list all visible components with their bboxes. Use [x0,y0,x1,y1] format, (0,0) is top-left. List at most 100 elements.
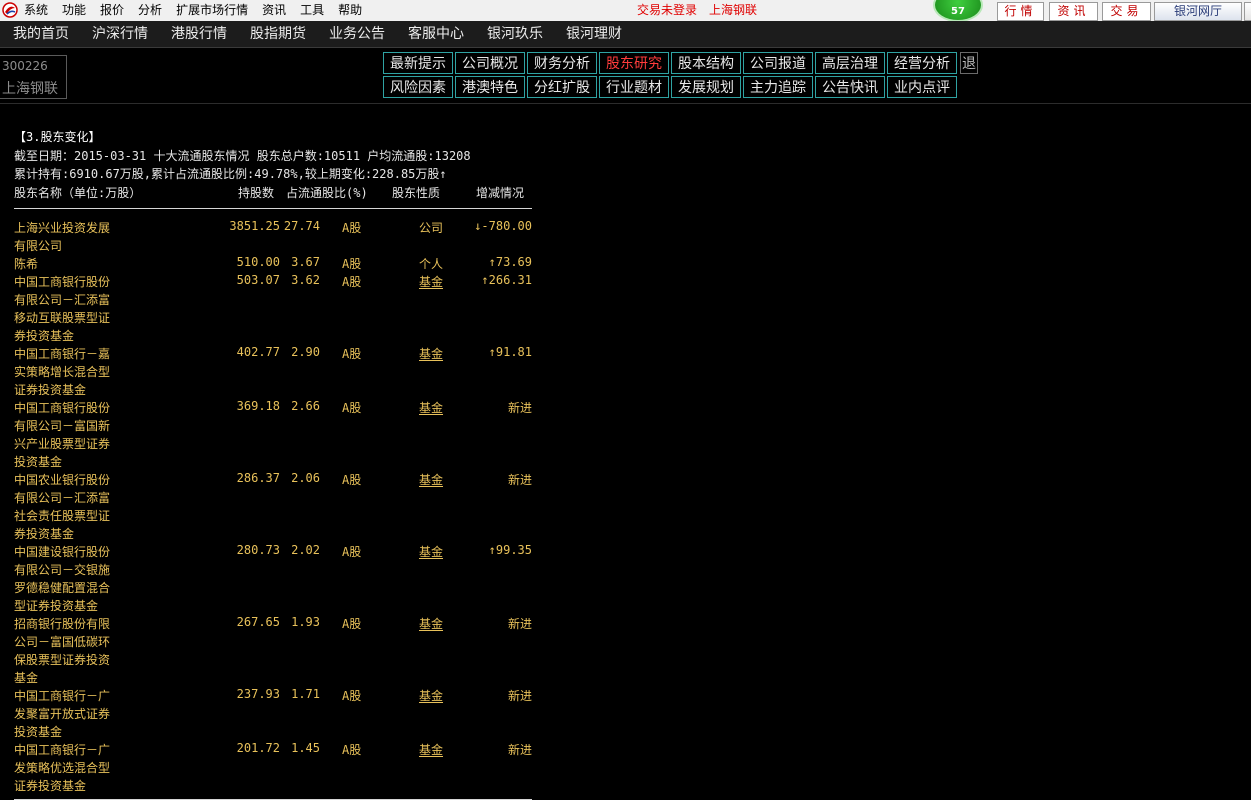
float-ratio: 2.02 [291,543,320,557]
tab-risk-factors[interactable]: 风险因素 [383,76,453,98]
holding-change: ↑73.69 [488,255,532,269]
float-ratio: 2.06 [291,471,320,485]
tab-company-reports[interactable]: 公司报道 [743,52,813,74]
shareholder-name-continuation: 发聚富开放式证券 [14,707,111,721]
news-button[interactable]: 资讯 [1049,2,1098,21]
quote-button[interactable]: 行情 [997,2,1044,21]
shareholder-name: 中国工商银行股份 有限公司－汇添富 移动互联股票型证 券投资基金 [14,273,174,345]
tab-capital-structure[interactable]: 股本结构 [671,52,741,74]
shareholder-name-first-line: 中国工商银行－嘉 [14,347,111,361]
shareholder-name-first-line: 中国工商银行股份 [14,401,111,415]
table-row[interactable]: 中国农业银行股份 有限公司－汇添富 社会责任股票型证 券投资基金 286.37 2.06 A… [14,471,534,543]
table-row[interactable]: 招商银行股份有限 公司－富国低碳环 保股票型证券投资 基金 267.65 1.93 A股 基金… [14,615,534,687]
table-row[interactable]: 中国工商银行股份 有限公司－汇添富 移动互联股票型证 券投资基金 503.07 3.62 A… [14,273,534,345]
nav-hk-quotes[interactable]: 港股行情 [158,21,237,47]
table-row[interactable]: 中国工商银行－广 发聚富开放式证券 投资基金 237.93 1.71 A股 基金 新进 [14,687,534,741]
nav-announcements[interactable]: 业务公告 [316,21,395,47]
tab-industry-comments[interactable]: 业内点评 [887,76,957,98]
menu-extended-market[interactable]: 扩展市场行情 [176,0,262,21]
nav-galaxy-wealth[interactable]: 银河理财 [553,21,632,47]
nav-index-futures[interactable]: 股指期货 [237,21,316,47]
menu-news[interactable]: 资讯 [262,0,300,21]
table-top-rule [14,208,532,209]
shareholder-nature[interactable]: 公司 [419,219,443,236]
up-arrow-icon: ↑ [439,167,447,181]
float-ratio: 2.66 [291,399,320,413]
tab-operations-analysis[interactable]: 经营分析 [887,52,957,74]
table-row[interactable]: 上海兴业投资发展 有限公司 3851.25 27.74 A股 公司 ↓-780.00 [14,219,534,255]
menu-help[interactable]: 帮助 [338,0,376,21]
col-header-shares: 持股数 [238,186,275,200]
shareholder-name: 招商银行股份有限 公司－富国低碳环 保股票型证券投资 基金 [14,615,174,687]
table-row[interactable]: 中国工商银行股份 有限公司－富国新 兴产业股票型证券 投资基金 369.18 2.66 A股… [14,399,534,471]
stock-info-box: 300226 上海钢联 [0,55,67,99]
shareholder-name-continuation: 实策略增长混合型 [14,365,111,379]
shareholder-nature[interactable]: 基金 [419,615,443,632]
tab-hk-macau[interactable]: 港澳特色 [455,76,525,98]
trade-button[interactable]: 交易 [1102,2,1151,21]
shareholder-nature[interactable]: 基金 [419,345,443,362]
shareholder-name-continuation: 有限公司－汇添富 [14,293,111,307]
shareholder-nature[interactable]: 基金 [419,741,443,758]
tab-announcement-flash[interactable]: 公告快讯 [815,76,885,98]
share-type: A股 [342,617,362,631]
menu-analysis[interactable]: 分析 [138,0,176,21]
share-type: A股 [342,689,362,703]
holding-change: ↓-780.00 [474,219,532,233]
menu-function[interactable]: 功能 [62,0,100,21]
float-ratio: 27.74 [283,219,320,233]
shareholder-name-continuation: 移动互联股票型证 [14,311,111,325]
nav-service-center[interactable]: 客服中心 [395,21,474,47]
shareholder-name: 中国工商银行－广 发聚富开放式证券 投资基金 [14,687,174,741]
table-row[interactable]: 陈希 510.00 3.67 A股 个人 ↑73.69 [14,255,534,273]
share-type: A股 [342,545,362,559]
menu-quote[interactable]: 报价 [100,0,138,21]
shareholder-name-first-line: 中国农业银行股份 [14,473,111,487]
online-hall-button[interactable]: 银河网厅 [1154,2,1242,21]
shareholder-name: 上海兴业投资发展 有限公司 [14,219,174,255]
float-ratio: 1.71 [291,687,320,701]
galaxy-logo-icon [2,2,18,18]
table-row[interactable]: 中国建设银行股份 有限公司－交银施 罗德稳健配置混合 型证券投资基金 280.73 2.0… [14,543,534,615]
tab-exit[interactable]: 退 [960,52,978,74]
shareholder-nature[interactable]: 基金 [419,399,443,416]
table-row[interactable]: 中国工商银行－嘉 实策略增长混合型 证券投资基金 402.77 2.90 A股 基金 ↑91.… [14,345,534,399]
stock-name: 上海钢联 [2,81,58,97]
shareholder-nature[interactable]: 基金 [419,687,443,704]
shareholder-nature[interactable]: 基金 [419,543,443,560]
tab-company-overview[interactable]: 公司概况 [455,52,525,74]
summary-line-2-text: 累计持有:6910.67万股,累计占流通股比例:49.78%,较上期变化:228… [14,167,440,181]
share-type: A股 [342,347,362,361]
tab-governance[interactable]: 高层治理 [815,52,885,74]
shareholder-name-continuation: 发策略优选混合型 [14,761,111,775]
tab-development-plan[interactable]: 发展规划 [671,76,741,98]
tab-shareholder-research[interactable]: 股东研究 [599,52,669,74]
summary-line-1: 截至日期：2015-03-31 十大流通股东情况 股东总户数:10511 户均流… [14,149,471,163]
nav-home[interactable]: 我的首页 [0,21,79,47]
trade-login-status[interactable]: 交易未登录 [637,0,697,21]
holding-change: ↑91.81 [488,345,532,359]
shareholder-name-continuation: 证券投资基金 [14,779,87,793]
share-type: A股 [342,473,362,487]
nav-sh-sz-quotes[interactable]: 沪深行情 [79,21,158,47]
menu-tools[interactable]: 工具 [300,0,338,21]
menu-items: 系统 功能 报价 分析 扩展市场行情 资讯 工具 帮助 [24,0,376,21]
col-header-change: 增减情况 [476,186,525,200]
shareholder-nature[interactable]: 基金 [419,273,443,290]
col-header-ratio: 占流通股比(%) [286,186,368,200]
tab-main-force-tracking[interactable]: 主力追踪 [743,76,813,98]
tab-financial-analysis[interactable]: 财务分析 [527,52,597,74]
shareholder-name-continuation: 罗德稳健配置混合 [14,581,111,595]
menu-system[interactable]: 系统 [24,0,62,21]
nav-galaxy-joy[interactable]: 银河玖乐 [474,21,553,47]
tab-industry-topics[interactable]: 行业题材 [599,76,669,98]
tab-latest-tips[interactable]: 最新提示 [383,52,453,74]
share-type: A股 [342,743,362,757]
holding-change: 新进 [507,743,532,757]
tab-dividends[interactable]: 分红扩股 [527,76,597,98]
notification-badge[interactable]: 57 [933,0,983,22]
shareholder-nature[interactable]: 个人 [419,255,443,272]
extra-button[interactable] [1244,2,1251,21]
table-row[interactable]: 中国工商银行－广 发策略优选混合型 证券投资基金 201.72 1.45 A股 基金 新进 [14,741,534,795]
shareholder-nature[interactable]: 基金 [419,471,443,488]
